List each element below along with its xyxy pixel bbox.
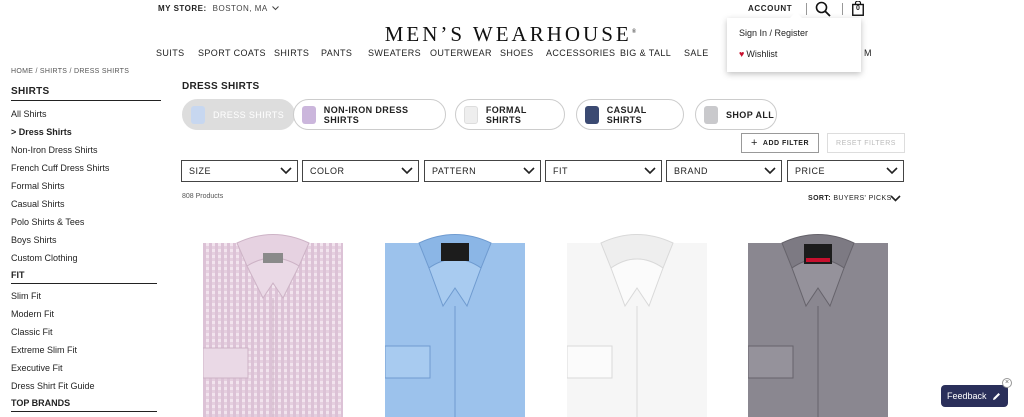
nav-accessories[interactable]: ACCESSORIES (546, 48, 620, 58)
sidebar-item-all-shirts[interactable]: All Shirts (11, 107, 161, 125)
pill-label: FORMAL SHIRTS (485, 104, 527, 125)
nav-shoes[interactable]: SHOES (500, 48, 546, 58)
logo-text: MEN’S WEARHOUSE (384, 22, 632, 46)
filter-size[interactable]: SIZE (181, 160, 298, 182)
filter-label: PRICE (795, 166, 826, 176)
divider (842, 3, 843, 15)
add-filter-button[interactable]: + ADD FILTER (741, 133, 819, 153)
product-image-pink-gingham-shirt[interactable] (203, 228, 343, 417)
sidebar-item-slim-fit[interactable]: Slim Fit (11, 289, 161, 307)
sidebar-item-modern-fit[interactable]: Modern Fit (11, 307, 161, 325)
nav-suits[interactable]: SUITS (156, 48, 198, 58)
account-dropdown: Sign In / Register ♥ Wishlist (727, 12, 861, 72)
filter-label: FIT (553, 166, 568, 176)
store-city: BOSTON, MA (212, 4, 268, 13)
pill-label: NON-IRON DRESS SHIRTS (323, 104, 409, 125)
chevron-down-icon (764, 167, 776, 175)
breadcrumb[interactable]: HOME / SHIRTS / DRESS SHIRTS (11, 68, 129, 75)
filter-pattern[interactable]: PATTERN (424, 160, 541, 182)
sort-value: BUYERS' PICKS (833, 195, 892, 202)
sidebar-item-non-iron[interactable]: Non-Iron Dress Shirts (11, 143, 161, 161)
filter-price[interactable]: PRICE (787, 160, 904, 182)
add-filter-label: ADD FILTER (762, 139, 810, 147)
chevron-down-icon (890, 195, 901, 202)
account-link[interactable]: ACCOUNT (748, 4, 792, 13)
wishlist-link[interactable]: ♥ Wishlist (739, 49, 777, 59)
page-title: DRESS SHIRTS (182, 81, 260, 92)
chevron-down-icon (644, 167, 656, 175)
chevron-down-icon (523, 167, 535, 175)
chevron-down-icon (886, 167, 898, 175)
sidebar-item-executive-fit[interactable]: Executive Fit (11, 361, 161, 379)
filter-label: SIZE (189, 166, 212, 176)
sidebar-item-french-cuff[interactable]: French Cuff Dress Shirts (11, 161, 161, 179)
chevron-down-icon (280, 167, 292, 175)
shirt-thumbnail (191, 105, 205, 124)
sidebar-item-dress-shirts[interactable]: > Dress Shirts (11, 125, 161, 143)
category-pill-shop-all[interactable]: SHOP ALL (695, 99, 777, 130)
nav-more[interactable]: M (864, 48, 876, 58)
dropdown-caret (790, 12, 802, 18)
filter-fit[interactable]: FIT (545, 160, 662, 182)
cart-count: 0 (856, 5, 860, 12)
sidebar-item-casual[interactable]: Casual Shirts (11, 197, 161, 215)
sidebar-heading-fit: FIT (11, 270, 157, 284)
feedback-label: Feedback (947, 391, 987, 401)
nav-sport-coats[interactable]: SPORT COATS (198, 48, 274, 58)
sidebar: SHIRTS All Shirts > Dress Shirts Non-Iro… (11, 86, 161, 417)
shirt-thumbnail (302, 105, 316, 124)
nav-outerwear[interactable]: OUTERWEAR (430, 48, 500, 58)
nav-shirts[interactable]: SHIRTS (274, 48, 321, 58)
category-pill-formal[interactable]: FORMAL SHIRTS (455, 99, 565, 130)
filter-label: COLOR (310, 166, 345, 176)
category-pill-dress-shirts[interactable]: DRESS SHIRTS (182, 99, 295, 130)
plus-icon: + (750, 137, 758, 149)
site-logo[interactable]: MEN’S WEARHOUSE® (0, 22, 1024, 47)
sidebar-item-fit-guide[interactable]: Dress Shirt Fit Guide (11, 379, 161, 397)
chevron-down-icon (401, 167, 413, 175)
shirt-thumbnail (704, 105, 718, 124)
reset-filters-button[interactable]: RESET FILTERS (827, 133, 905, 153)
sidebar-item-classic-fit[interactable]: Classic Fit (11, 325, 161, 343)
my-store[interactable]: MY STORE: BOSTON, MA (158, 4, 279, 13)
filter-brand[interactable]: BRAND (666, 160, 782, 182)
filter-label: BRAND (674, 166, 709, 176)
pill-label: DRESS SHIRTS (213, 109, 285, 120)
shirt-thumbnail (585, 105, 599, 124)
divider (806, 3, 807, 15)
sidebar-item-boys[interactable]: Boys Shirts (11, 233, 161, 251)
chevron-down-icon (272, 6, 279, 11)
wishlist-label: Wishlist (746, 49, 778, 59)
product-count: 808 Products (182, 193, 224, 200)
category-pill-non-iron[interactable]: NON-IRON DRESS SHIRTS (293, 99, 446, 130)
pill-label: SHOP ALL (726, 109, 775, 120)
category-pill-casual[interactable]: CASUAL SHIRTS (576, 99, 684, 130)
feedback-button[interactable]: Feedback × (941, 378, 1012, 407)
heart-icon: ♥ (739, 49, 745, 59)
filter-color[interactable]: COLOR (302, 160, 419, 182)
sidebar-heading-brands: TOP BRANDS (11, 398, 157, 412)
nav-sweaters[interactable]: SWEATERS (368, 48, 430, 58)
sort-label: SORT: (808, 195, 831, 202)
close-icon[interactable]: × (1002, 378, 1012, 388)
sign-in-register-link[interactable]: Sign In / Register (739, 28, 808, 38)
search-icon[interactable] (815, 1, 831, 17)
sidebar-item-custom[interactable]: Custom Clothing (11, 251, 161, 269)
filter-label: PATTERN (432, 166, 477, 176)
nav-pants[interactable]: PANTS (321, 48, 368, 58)
product-image-white-dress-shirt[interactable] (567, 228, 707, 417)
product-image-blue-dress-shirt[interactable] (385, 228, 525, 417)
product-image-gray-dress-shirt[interactable] (748, 228, 888, 417)
pill-label: CASUAL SHIRTS (606, 104, 647, 125)
sidebar-item-extreme-slim[interactable]: Extreme Slim Fit (11, 343, 161, 361)
sort-dropdown[interactable]: SORT: BUYERS' PICKS (808, 195, 901, 202)
store-label: MY STORE: (158, 4, 207, 13)
pencil-icon (992, 392, 1000, 400)
shirt-thumbnail (464, 105, 478, 124)
sidebar-item-polo[interactable]: Polo Shirts & Tees (11, 215, 161, 233)
sidebar-item-formal[interactable]: Formal Shirts (11, 179, 161, 197)
nav-big-tall[interactable]: BIG & TALL (620, 48, 684, 58)
sidebar-heading-shirts: SHIRTS (11, 86, 161, 101)
